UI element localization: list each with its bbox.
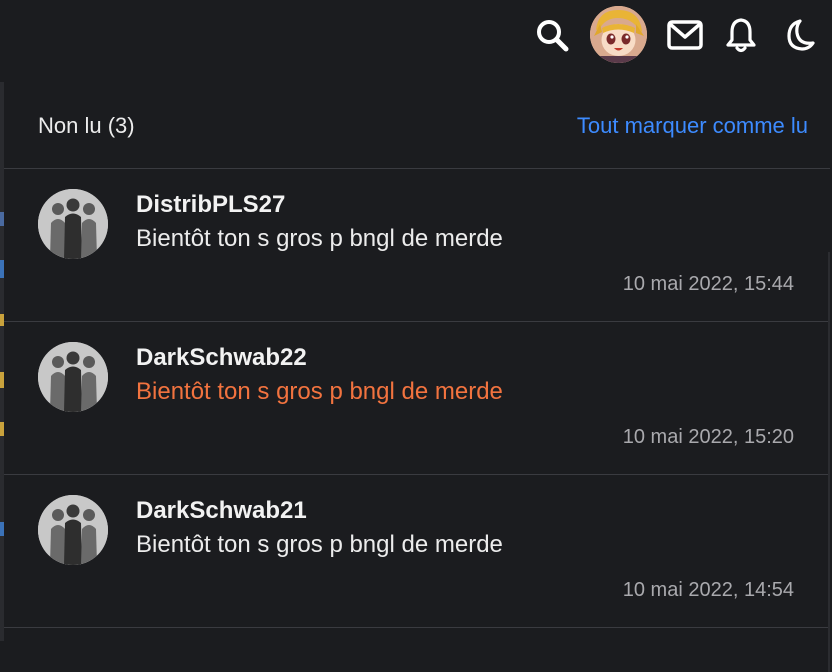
mark-all-read-link[interactable]: Tout marquer comme lu bbox=[577, 113, 808, 139]
notifications-panel: Non lu (3) Tout marquer comme lu Distrib… bbox=[4, 82, 830, 672]
sender-username: DarkSchwab21 bbox=[136, 497, 307, 524]
notification-item[interactable]: DarkSchwab22 Bientôt ton s gros p bngl d… bbox=[4, 322, 830, 475]
bell-icon[interactable] bbox=[723, 17, 759, 53]
user-avatar[interactable] bbox=[590, 6, 647, 63]
notification-message: Bientôt ton s gros p bngl de merde bbox=[136, 225, 503, 252]
panel-header: Non lu (3) Tout marquer comme lu bbox=[4, 82, 830, 169]
sender-username: DarkSchwab22 bbox=[136, 344, 307, 371]
notification-item[interactable]: DarkSchwab21 Bientôt ton s gros p bngl d… bbox=[4, 475, 830, 628]
notification-item[interactable]: DistribPLS27 Bientôt ton s gros p bngl d… bbox=[4, 169, 830, 322]
sender-avatar bbox=[38, 189, 108, 259]
notification-timestamp: 10 mai 2022, 14:54 bbox=[622, 579, 794, 601]
notification-message: Bientôt ton s gros p bngl de merde bbox=[136, 378, 503, 405]
mail-icon[interactable] bbox=[666, 17, 704, 53]
notification-message: Bientôt ton s gros p bngl de merde bbox=[136, 531, 503, 558]
moon-icon[interactable] bbox=[780, 17, 816, 53]
sender-avatar bbox=[38, 342, 108, 412]
unread-count-label: Non lu (3) bbox=[38, 113, 135, 138]
notification-timestamp: 10 mai 2022, 15:44 bbox=[622, 273, 794, 295]
search-icon[interactable] bbox=[534, 17, 570, 53]
notification-timestamp: 10 mai 2022, 15:20 bbox=[622, 426, 794, 448]
sender-avatar bbox=[38, 495, 108, 565]
scrollbar[interactable] bbox=[828, 252, 830, 672]
sender-username: DistribPLS27 bbox=[136, 191, 286, 218]
top-toolbar bbox=[0, 0, 832, 70]
